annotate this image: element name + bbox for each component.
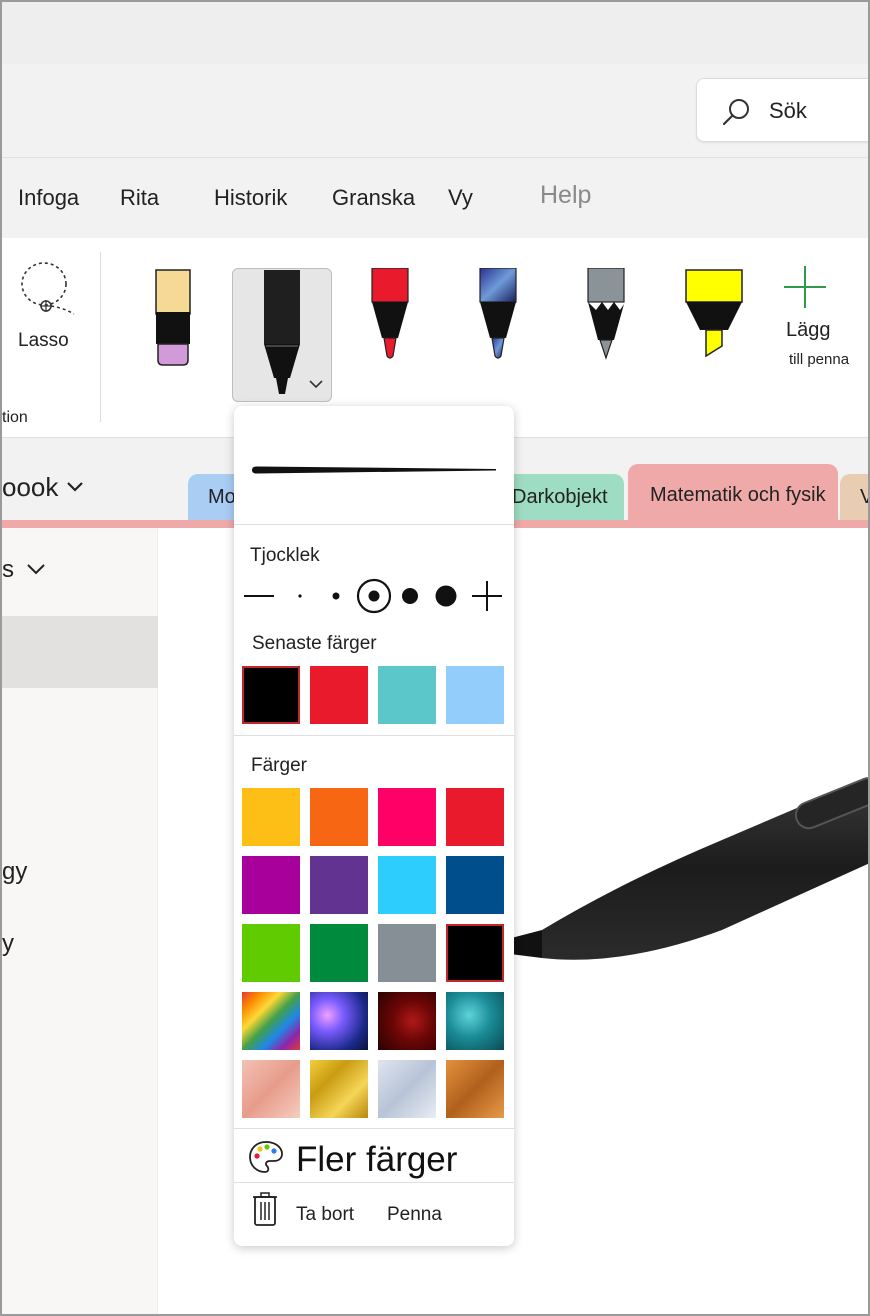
divider: [234, 524, 514, 525]
menu-granska[interactable]: Granska: [332, 185, 415, 211]
divider: [234, 735, 514, 736]
pencil-icon[interactable]: [584, 268, 628, 362]
texture-swatch-silver[interactable]: [378, 1060, 436, 1118]
thickness-option-selected[interactable]: [356, 578, 392, 614]
color-swatch[interactable]: [242, 924, 300, 982]
color-swatch[interactable]: [310, 856, 368, 914]
texture-swatch-bronze[interactable]: [446, 1060, 504, 1118]
pen-options-popup: Tjocklek Senaste färger Färger Fler färg…: [234, 406, 514, 1246]
texture-swatch-rose-gold[interactable]: [242, 1060, 300, 1118]
search-icon: [722, 99, 749, 126]
menu-rita[interactable]: Rita: [120, 185, 159, 211]
texture-swatch-galaxy[interactable]: [310, 992, 368, 1050]
colors-label: Färger: [251, 755, 307, 776]
recent-color-swatch[interactable]: [378, 666, 436, 724]
trash-icon[interactable]: [252, 1192, 278, 1226]
sidebar-selected-page[interactable]: [2, 616, 158, 688]
recent-colors-label: Senaste färger: [252, 633, 377, 654]
search-box[interactable]: Sök: [696, 78, 868, 142]
texture-swatch-rainbow[interactable]: [242, 992, 300, 1050]
ribbon-separator: [100, 252, 101, 422]
more-colors-button[interactable]: Fler färger: [296, 1140, 457, 1180]
chevron-down-icon[interactable]: [66, 480, 84, 494]
add-pen-sublabel[interactable]: till penna: [789, 351, 849, 368]
menu-infoga[interactable]: Infoga: [18, 185, 79, 211]
palette-icon: [249, 1141, 283, 1173]
window-frame: Sök Infoga Rita Historik Granska Vy Help…: [0, 0, 870, 1316]
menu-vy[interactable]: Vy: [448, 185, 473, 211]
red-pen-icon[interactable]: [368, 268, 412, 362]
title-bar: [2, 2, 868, 64]
color-swatch[interactable]: [242, 788, 300, 846]
section-tab[interactable]: V: [840, 474, 868, 524]
color-swatch[interactable]: [378, 924, 436, 982]
thickness-selector: [244, 578, 502, 614]
galaxy-pen-icon[interactable]: [476, 268, 520, 362]
color-swatch[interactable]: [446, 924, 504, 982]
chevron-down-icon[interactable]: [308, 378, 324, 390]
add-pen-label[interactable]: Lägg: [786, 319, 831, 342]
chevron-down-icon[interactable]: [26, 562, 46, 576]
thickness-increase-button[interactable]: [472, 581, 502, 611]
sidebar-section-label[interactable]: s: [2, 556, 14, 584]
search-label: Sök: [769, 98, 807, 123]
thickness-option[interactable]: [402, 588, 418, 604]
delete-pen-button-label[interactable]: Penna: [387, 1204, 442, 1226]
recent-color-swatch[interactable]: [242, 666, 300, 724]
color-swatch[interactable]: [446, 788, 504, 846]
eraser-pen-icon[interactable]: [152, 268, 196, 368]
notebook-title[interactable]: oook: [2, 472, 58, 503]
color-swatch[interactable]: [310, 924, 368, 982]
sidebar-page[interactable]: y: [2, 930, 14, 958]
color-swatch[interactable]: [378, 856, 436, 914]
thickness-label: Tjocklek: [250, 545, 320, 566]
black-pen-icon[interactable]: [258, 270, 308, 400]
thickness-option[interactable]: [298, 594, 302, 598]
ribbon-group-label: tion: [2, 409, 28, 426]
thickness-option[interactable]: [435, 585, 457, 607]
divider: [234, 1128, 514, 1129]
menu-help[interactable]: Help: [540, 181, 591, 210]
recent-color-swatch[interactable]: [310, 666, 368, 724]
stroke-preview: [252, 466, 496, 474]
highlighter-icon[interactable]: [682, 268, 746, 360]
sidebar-page[interactable]: gy: [2, 858, 27, 886]
thickness-option[interactable]: [332, 592, 340, 600]
delete-pen-button[interactable]: Ta bort: [296, 1204, 354, 1226]
texture-swatch-lava[interactable]: [378, 992, 436, 1050]
color-swatch[interactable]: [378, 788, 436, 846]
menu-historik[interactable]: Historik: [214, 185, 287, 211]
add-pen-icon[interactable]: [782, 264, 828, 310]
recent-color-swatch[interactable]: [446, 666, 504, 724]
color-swatch[interactable]: [242, 856, 300, 914]
stylus-pen-image: [484, 777, 868, 960]
color-swatch[interactable]: [310, 788, 368, 846]
texture-swatch-teal[interactable]: [446, 992, 504, 1050]
color-swatch[interactable]: [446, 856, 504, 914]
lasso-icon[interactable]: [14, 258, 80, 320]
divider: [234, 1182, 514, 1183]
texture-swatch-gold[interactable]: [310, 1060, 368, 1118]
lasso-label: Lasso: [18, 330, 69, 351]
section-tab-active[interactable]: Matematik och fysik: [628, 464, 838, 524]
